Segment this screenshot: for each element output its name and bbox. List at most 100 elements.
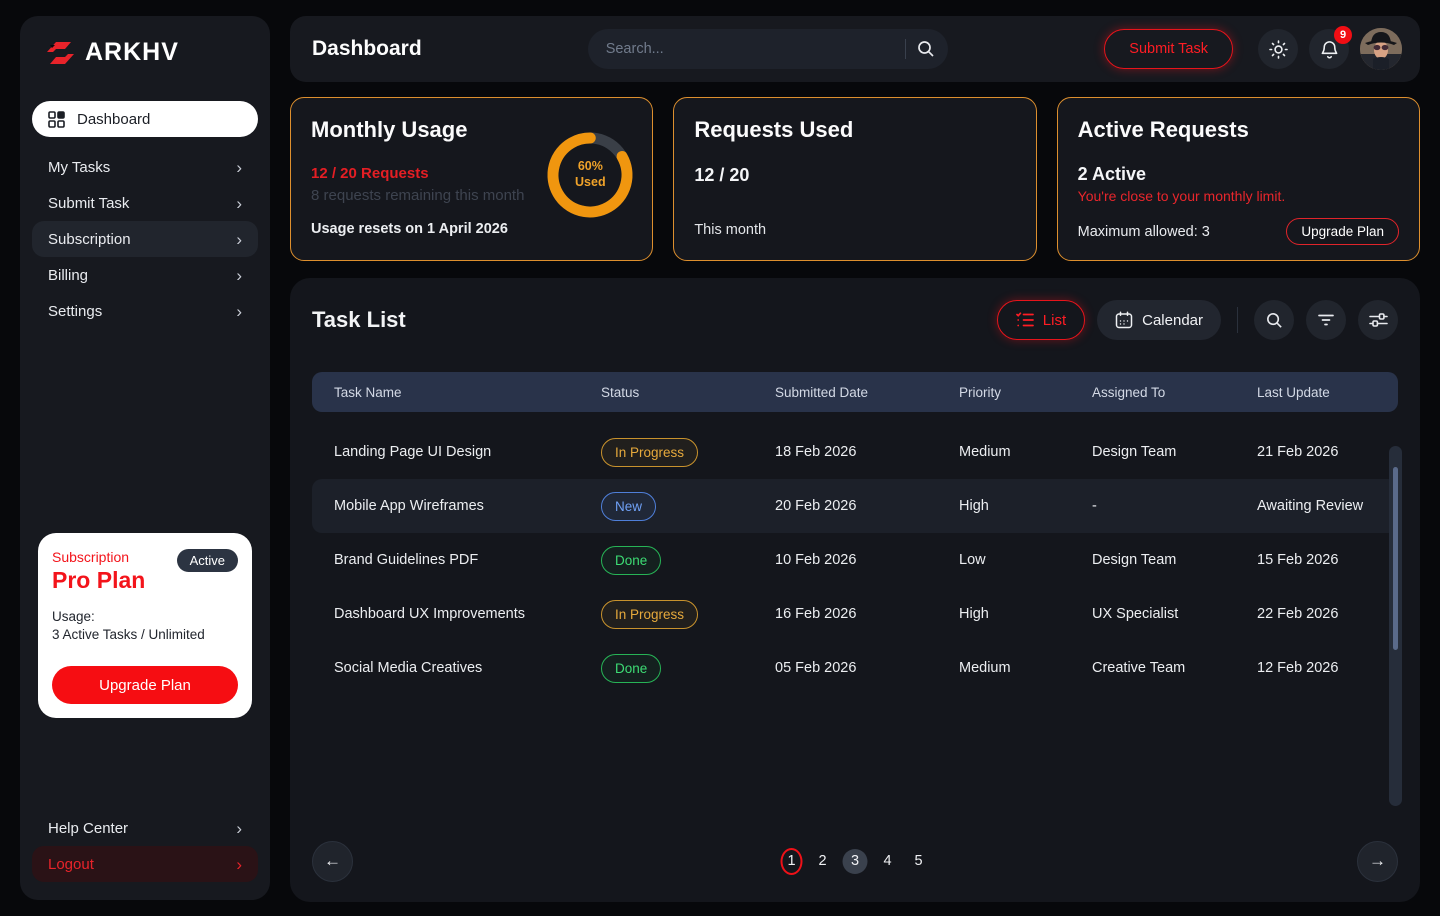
page-numbers: 1 2 3 4 5 — [780, 847, 930, 875]
assigned-to: Design Team — [1092, 444, 1177, 460]
submitted-date: 10 Feb 2026 — [775, 552, 857, 568]
assigned-to: Design Team — [1092, 552, 1177, 568]
sidebar-item-label: Submit Task — [48, 194, 130, 212]
table-row[interactable]: Social Media Creatives Done 05 Feb 2026 … — [312, 641, 1398, 695]
view-calendar-button[interactable]: Calendar — [1097, 300, 1221, 340]
task-list-panel: Task List List Calendar Task Name Status… — [290, 278, 1420, 902]
submit-task-button[interactable]: Submit Task — [1104, 29, 1233, 69]
notification-count-badge: 9 — [1334, 26, 1352, 44]
page-number-4[interactable]: 4 — [877, 848, 899, 875]
dashboard-grid-icon — [48, 110, 65, 128]
filter-icon — [1317, 313, 1335, 327]
search-bar[interactable] — [587, 29, 948, 69]
sidebar-item-my-tasks[interactable]: My Tasks › — [32, 149, 258, 185]
sidebar-item-label: Help Center — [48, 819, 129, 837]
settings-sliders-button[interactable] — [1358, 300, 1398, 340]
scrollbar-thumb[interactable] — [1393, 467, 1398, 650]
submitted-date: 20 Feb 2026 — [775, 498, 857, 514]
user-avatar[interactable] — [1360, 28, 1402, 70]
calendar-icon — [1115, 311, 1133, 329]
search-icon[interactable] — [916, 39, 936, 59]
subscription-status-badge: Active — [176, 549, 238, 572]
brand-name: ARKHV — [85, 38, 179, 66]
chevron-right-icon: › — [236, 818, 242, 838]
arrow-left-icon: ← — [324, 851, 341, 870]
sidebar-item-label: Logout — [48, 855, 94, 873]
usage-donut-label: 60% Used — [575, 159, 606, 189]
requests-used-value: 12 / 20 — [694, 165, 750, 185]
next-page-button[interactable]: → — [1357, 840, 1398, 882]
theme-toggle-button[interactable] — [1258, 29, 1298, 69]
monthly-usage-card: Monthly Usage 12 / 20 Requests 8 request… — [290, 97, 654, 261]
priority: Medium — [959, 660, 1011, 676]
upgrade-plan-button[interactable]: Upgrade Plan — [1286, 218, 1399, 245]
column-header: Priority — [959, 384, 1002, 400]
requests-used-card: Requests Used 12 / 20 This month — [673, 97, 1037, 261]
card-title: Requests Used — [694, 117, 854, 142]
status-badge: In Progress — [601, 437, 699, 467]
active-requests-value: 2 Active — [1077, 164, 1147, 184]
view-list-button[interactable]: List — [996, 300, 1086, 340]
priority: High — [959, 498, 989, 514]
page-number-3[interactable]: 3 — [842, 848, 868, 874]
controls-divider — [1237, 307, 1238, 333]
card-title: Active Requests — [1077, 117, 1249, 142]
assigned-to: UX Specialist — [1092, 606, 1179, 622]
submitted-date: 16 Feb 2026 — [775, 606, 857, 622]
previous-page-button[interactable]: ← — [312, 840, 353, 882]
notifications-button[interactable]: 9 — [1309, 26, 1352, 69]
column-header: Task Name — [334, 384, 402, 400]
chevron-right-icon: › — [236, 301, 242, 321]
sidebar-item-billing[interactable]: Billing › — [32, 257, 258, 293]
sidebar-item-logout[interactable]: Logout › — [32, 846, 258, 882]
search-icon — [1265, 311, 1284, 330]
active-requests-warning: You're close to your monthly limit. — [1077, 188, 1286, 204]
submitted-date: 05 Feb 2026 — [775, 660, 857, 676]
sidebar-item-subscription[interactable]: Subscription › — [32, 221, 258, 257]
priority: High — [959, 606, 989, 622]
last-update: 15 Feb 2026 — [1257, 552, 1339, 568]
table-row[interactable]: Brand Guidelines PDF Done 10 Feb 2026 Lo… — [312, 533, 1398, 587]
sidebar-item-label: Subscription — [48, 230, 131, 248]
column-header: Last Update — [1257, 384, 1330, 400]
sidebar-item-label: Billing — [48, 266, 89, 284]
brand-logo: ARKHV — [32, 38, 258, 67]
sidebar-item-dashboard[interactable]: Dashboard — [32, 101, 258, 137]
sidebar: ARKHV Dashboard My Tasks › Submit Task ›… — [20, 16, 270, 900]
table-header: Task Name Status Submitted Date Priority… — [312, 372, 1398, 412]
page-number-2[interactable]: 2 — [812, 848, 834, 875]
active-requests-max: Maximum allowed: 3 — [1077, 223, 1210, 240]
column-header: Submitted Date — [775, 384, 869, 400]
table-body: Landing Page UI Design In Progress 18 Fe… — [312, 425, 1398, 695]
list-icon — [1015, 312, 1034, 328]
subscription-card: Subscription Pro Plan Active Usage: 3 Ac… — [38, 533, 252, 719]
chevron-right-icon: › — [236, 229, 242, 249]
monthly-usage-reset: Usage resets on 1 April 2026 — [311, 221, 508, 237]
sidebar-item-submit-task[interactable]: Submit Task › — [32, 185, 258, 221]
table-row[interactable]: Mobile App Wireframes New 20 Feb 2026 Hi… — [312, 479, 1398, 533]
status-badge: Done — [601, 653, 662, 683]
page-number-5[interactable]: 5 — [908, 848, 930, 875]
assigned-to: Creative Team — [1092, 660, 1186, 676]
table-scrollbar[interactable] — [1389, 446, 1402, 806]
table-row[interactable]: Landing Page UI Design In Progress 18 Fe… — [312, 425, 1398, 479]
task-name: Mobile App Wireframes — [334, 498, 484, 514]
subscription-usage-label: Usage: — [52, 609, 95, 624]
upgrade-plan-button[interactable]: Upgrade Plan — [52, 666, 238, 705]
priority: Medium — [959, 444, 1011, 460]
pagination: ← 1 2 3 4 5 → — [312, 840, 1398, 882]
column-header: Assigned To — [1092, 384, 1166, 400]
search-input[interactable] — [605, 41, 905, 57]
chevron-right-icon: › — [236, 157, 242, 177]
sidebar-item-help-center[interactable]: Help Center › — [32, 810, 258, 846]
brand-logo-icon — [44, 39, 77, 67]
table-search-button[interactable] — [1254, 300, 1294, 340]
sidebar-item-settings[interactable]: Settings › — [32, 293, 258, 329]
filter-button[interactable] — [1306, 300, 1346, 340]
page-number-1[interactable]: 1 — [780, 847, 803, 875]
last-update: 21 Feb 2026 — [1257, 444, 1339, 460]
priority: Low — [959, 552, 986, 568]
sliders-icon — [1368, 312, 1388, 328]
table-row[interactable]: Dashboard UX Improvements In Progress 16… — [312, 587, 1398, 641]
task-name: Dashboard UX Improvements — [334, 606, 525, 622]
